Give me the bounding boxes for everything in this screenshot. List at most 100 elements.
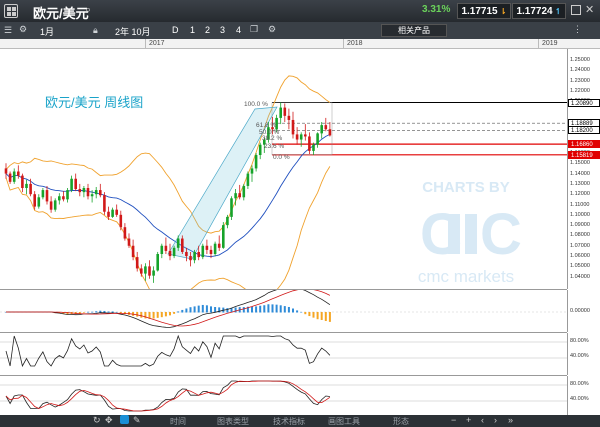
gear-icon[interactable]: ⚙ [268,24,276,35]
candle-body [62,196,65,200]
candle-body [103,195,106,212]
tab-chart-type[interactable]: 图表类型 [217,416,249,427]
candle-body [164,245,168,251]
macd-tick: 0.00000 [570,308,590,314]
candle-body [258,144,262,156]
candle-body [82,188,86,193]
y-axis[interactable]: 1.250001.240001.230001.220001.210001.190… [567,49,600,289]
scroll-left-icon[interactable]: ‹ [481,415,484,425]
macd-histogram-bar [189,307,192,313]
lock-icon[interactable]: 🔒︎ [93,25,98,36]
macd-histogram-bar [197,305,200,313]
candle-body [25,183,28,189]
candle-body [197,251,200,258]
maximize-icon[interactable] [571,5,581,15]
zoom-in-icon[interactable]: + [466,415,471,425]
osc-tick: 80.00% [570,381,589,387]
candle-body [205,245,209,250]
macd-pane[interactable] [0,290,567,332]
price-tag: 1.16860 [568,140,600,149]
grid-icon[interactable] [4,4,18,18]
macd-histogram-bar [177,311,180,313]
macd-histogram-bar [115,311,118,313]
gear-icon[interactable]: ⚙ [19,24,27,35]
fib-label: 61.8 % [256,122,276,129]
macd-histogram-bar [300,311,303,313]
macd-histogram-bar [316,312,319,320]
y-tick: 1.24000 [570,67,590,74]
candle-body [316,133,319,145]
stochastic-pane[interactable] [0,376,567,415]
close-icon[interactable]: ✕ [585,3,594,16]
macd-histogram-bar [275,304,278,313]
price-chart[interactable]: CHARTS BY C C cmc markets 欧元/美元 周线图 100.… [0,49,567,289]
macd-histogram-bar [156,312,159,318]
candle-body [21,175,24,189]
middle-band [5,133,331,258]
fib-label: 23.6 % [264,143,284,150]
tab-drawing-tools[interactable]: 画图工具 [328,416,360,427]
candle-body [324,125,328,130]
fib-label: 38.2 % [262,135,282,142]
candle-body [148,266,151,276]
y-tick: 1.14000 [570,170,590,177]
macd-histogram-bar [283,306,286,313]
macd-histogram-bar [308,312,311,317]
macd-histogram-bar [152,312,155,319]
macd-histogram-bar [259,305,262,313]
cmc-logo-bar [465,214,477,254]
pencil-icon[interactable] [120,415,129,424]
scroll-right-icon[interactable]: › [494,415,497,425]
macd-histogram-bar [279,305,282,313]
osc-tick: 40.00% [570,353,589,359]
period-d-button[interactable]: D [172,25,179,35]
macd-histogram-bar [99,310,102,313]
fibonacci-retracement[interactable] [271,102,567,156]
candle-body [78,189,82,193]
watermark-text: CHARTS BY [422,179,510,196]
oscillator-pane[interactable] [0,333,567,375]
macd-histogram-bar [185,308,188,313]
end-icon[interactable]: » [508,415,513,425]
period-1-button[interactable]: 1 [190,25,195,35]
candle-body [201,245,205,258]
watermark-text: cmc markets [418,267,514,286]
candle-body [107,211,110,217]
more-options-icon[interactable]: ⋮ [573,24,582,35]
period-2-button[interactable]: 2 [205,25,210,35]
osc-tick: 40.00% [570,396,589,402]
tab-patterns[interactable]: 形态 [393,416,409,427]
period-3-button[interactable]: 3 [220,25,225,35]
y-tick: 1.23000 [570,77,590,84]
candle-body [90,194,94,197]
tab-time[interactable]: 时间 [170,416,186,427]
period-4-button[interactable]: 4 [236,25,241,35]
refresh-icon[interactable]: ↻ [93,415,101,426]
interval-select[interactable]: 1月 [40,25,54,38]
y-tick: 1.05000 [570,263,590,270]
candle-body [144,266,147,274]
sell-price-button[interactable]: 1.17715 ⇂ [457,3,511,19]
macd-histogram-bar [226,308,229,313]
candle-body [33,194,36,207]
x-label-2018: 2018 [347,40,363,47]
candle-body [152,270,155,276]
candle-body [4,168,8,174]
candle-body [213,243,217,255]
tab-indicators[interactable]: 技术指标 [273,416,305,427]
cmc-logo-bar [448,214,460,254]
candle-body [242,185,246,198]
buy-price-button[interactable]: 1.17724 ↿ [512,3,566,19]
search-icon[interactable]: ⌕ [85,4,91,17]
list-icon[interactable]: ☰ [4,25,12,36]
zoom-out-icon[interactable]: − [451,415,456,425]
related-products-button[interactable]: 相关产品 [381,24,447,37]
range-select[interactable]: 2年 10月 [115,25,151,38]
stochastic-axis: 80.00% 40.00% [567,376,600,415]
layers-icon[interactable]: ❐ [250,24,258,35]
x-label-2017: 2017 [149,40,165,47]
pin-icon[interactable]: ✎ [133,415,141,426]
cursor-icon[interactable]: ✥ [105,415,113,426]
candle-body [156,254,159,271]
macd-histogram-bar [292,308,294,313]
